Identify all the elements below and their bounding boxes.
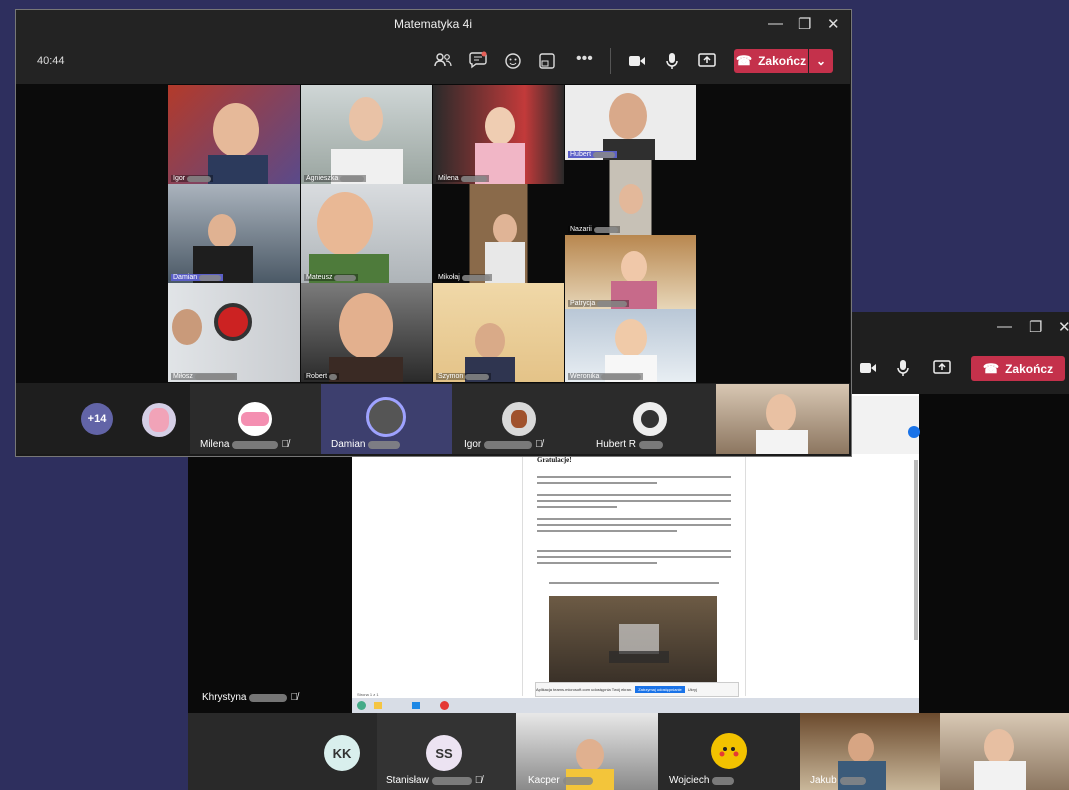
participant-tile-wojciech[interactable]: Wojciech bbox=[658, 713, 800, 790]
document-heading: Gratulacje! bbox=[537, 456, 572, 464]
video-tile[interactable]: Robert bbox=[301, 283, 432, 382]
rooms-icon[interactable] bbox=[539, 53, 555, 74]
phone-hangup-icon: ☎ bbox=[735, 53, 753, 68]
more-options-icon[interactable]: ••• bbox=[576, 50, 593, 68]
video-tile[interactable]: Agnieszka bbox=[301, 85, 432, 184]
video-tile[interactable]: Miłosz bbox=[168, 283, 300, 382]
video-tile[interactable]: Weronika bbox=[565, 309, 696, 382]
video-tile[interactable]: Hubert bbox=[565, 85, 696, 160]
participant-tile-milena[interactable]: Milena 🎙̸ bbox=[190, 384, 321, 454]
windows-taskbar bbox=[352, 698, 919, 713]
pikachu-avatar bbox=[711, 733, 747, 769]
share-screen-icon[interactable] bbox=[933, 360, 951, 380]
video-tile[interactable]: Damian bbox=[168, 184, 300, 283]
camera-icon[interactable] bbox=[628, 54, 646, 73]
folder-icon[interactable] bbox=[374, 702, 382, 709]
window-title: Matematyka 4i bbox=[393, 17, 473, 31]
mail-icon[interactable] bbox=[412, 702, 420, 709]
avatar: KK bbox=[324, 735, 360, 771]
close-icon[interactable]: ✕ bbox=[827, 15, 840, 33]
close-icon[interactable]: ✕ bbox=[1058, 318, 1069, 336]
screen-share-notification: Aplikacja teams.microsoft.com udostępnia… bbox=[535, 682, 739, 697]
mic-off-icon: 🎙̸ bbox=[281, 439, 289, 450]
profile-icon bbox=[908, 426, 920, 438]
participants-icon[interactable] bbox=[434, 52, 452, 73]
phone-hangup-icon: ☎ bbox=[982, 360, 1000, 376]
participant-tile-igor[interactable]: Igor 🎙̸ bbox=[452, 384, 584, 454]
meeting-timer: 40:44 bbox=[37, 55, 65, 67]
participant-tile-jakub[interactable]: Jakub bbox=[800, 713, 940, 790]
chevron-down-icon: ⌄ bbox=[815, 54, 827, 68]
mic-off-icon: 🎙̸ bbox=[290, 692, 298, 703]
participant-tile-stanislaw[interactable]: SS Stanisław 🎙̸ bbox=[377, 713, 516, 790]
window-titlebar: Matematyka 4i — ❐ ✕ bbox=[16, 10, 850, 38]
avatar: SS bbox=[426, 735, 462, 771]
more-participants-button[interactable]: +14 bbox=[81, 403, 113, 435]
avatar[interactable] bbox=[142, 403, 176, 437]
participant-tile-teacher[interactable] bbox=[716, 384, 849, 454]
mic-off-icon: 🎙̸ bbox=[474, 775, 483, 786]
page-info: Strona 1 z 1 bbox=[357, 692, 379, 697]
restore-icon[interactable]: ❐ bbox=[798, 15, 811, 33]
chat-icon[interactable] bbox=[469, 51, 487, 74]
video-tile[interactable]: Igor bbox=[168, 85, 300, 184]
avatar bbox=[633, 402, 667, 436]
share-screen-icon[interactable] bbox=[698, 53, 716, 73]
chrome-icon[interactable] bbox=[440, 701, 449, 710]
restore-icon[interactable]: ❐ bbox=[1029, 318, 1042, 336]
rover-image bbox=[549, 596, 717, 682]
reactions-icon[interactable] bbox=[504, 52, 522, 75]
end-call-button[interactable]: ☎ Zakończ bbox=[971, 356, 1065, 381]
browser-toolbar bbox=[852, 396, 920, 454]
participant-tile-kacper[interactable]: Kacper bbox=[516, 713, 658, 790]
avatar bbox=[238, 402, 272, 436]
video-tile[interactable]: Mateusz bbox=[301, 184, 432, 283]
hide-button[interactable]: Ukryj bbox=[688, 687, 697, 692]
end-options-dropdown[interactable]: ⌄ bbox=[809, 49, 833, 73]
mic-off-icon: 🎙̸ bbox=[535, 439, 543, 450]
minimize-icon[interactable]: — bbox=[768, 15, 783, 32]
video-tile[interactable]: Patrycja bbox=[565, 235, 696, 309]
participant-tile-teacher[interactable] bbox=[940, 713, 1069, 790]
stop-sharing-button[interactable]: Zatrzymaj udostępnianie bbox=[635, 686, 685, 693]
video-tile[interactable]: Mikołaj bbox=[433, 184, 564, 283]
presenter-label: Khrystyna 🎙̸ bbox=[202, 692, 298, 703]
video-tile[interactable]: Milena bbox=[433, 85, 564, 184]
participant-tile-damian[interactable]: Damian bbox=[321, 384, 452, 454]
dog-avatar bbox=[502, 402, 536, 436]
participant-tile-hubert[interactable]: Hubert R bbox=[584, 384, 716, 454]
video-tile[interactable]: Szymon bbox=[433, 283, 564, 382]
camera-icon[interactable] bbox=[859, 360, 877, 380]
scrollbar[interactable] bbox=[914, 460, 918, 640]
microphone-icon[interactable] bbox=[897, 359, 909, 382]
end-call-button[interactable]: ☎ Zakończ bbox=[734, 49, 808, 73]
microphone-icon[interactable] bbox=[666, 52, 678, 75]
minimize-icon[interactable]: — bbox=[997, 318, 1012, 335]
start-icon[interactable] bbox=[357, 701, 366, 710]
meeting-toolbar: 40:44 ••• ☎ Zakończ ⌄ bbox=[16, 38, 850, 84]
avatar bbox=[366, 397, 406, 437]
video-tile[interactable]: Nazarii bbox=[565, 160, 696, 235]
dartboard bbox=[214, 303, 252, 341]
